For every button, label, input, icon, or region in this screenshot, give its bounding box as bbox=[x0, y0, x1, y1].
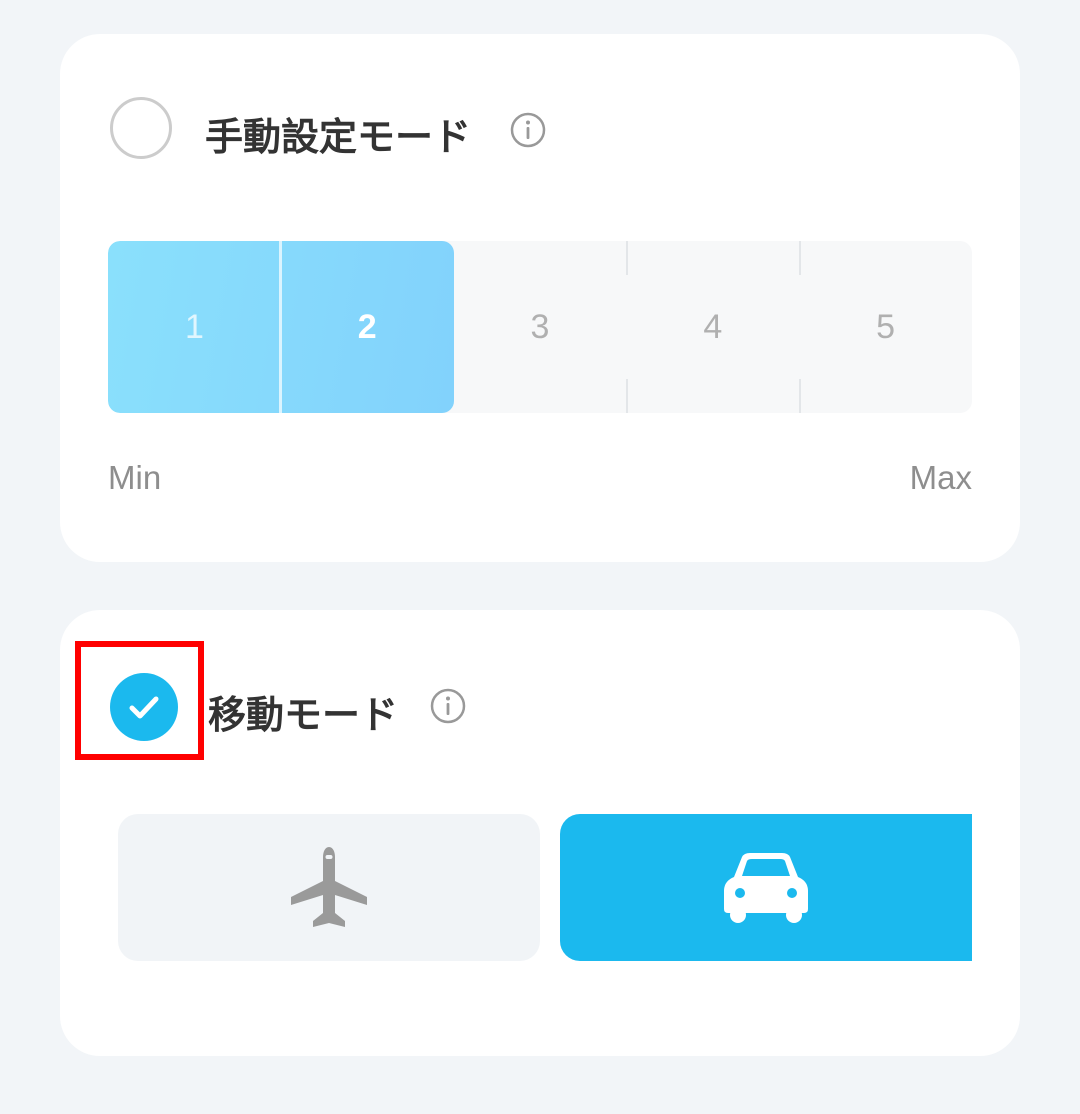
car-mode-button[interactable] bbox=[560, 814, 972, 961]
manual-mode-title: 手動設定モード bbox=[205, 115, 472, 159]
level-segment-5[interactable]: 5 bbox=[799, 241, 972, 413]
info-icon[interactable] bbox=[510, 112, 546, 148]
airplane-mode-button[interactable] bbox=[118, 814, 540, 961]
level-segment-1[interactable]: 1 bbox=[108, 241, 281, 413]
move-mode-title: 移動モード bbox=[208, 693, 399, 737]
manual-mode-radio[interactable] bbox=[110, 97, 172, 159]
level-segment-3[interactable]: 3 bbox=[454, 241, 627, 413]
manual-mode-card: 手動設定モード 1 2 3 4 5 Min Max bbox=[60, 34, 1020, 562]
level-divider bbox=[279, 241, 282, 413]
level-tick bbox=[799, 379, 801, 413]
max-label: Max bbox=[909, 459, 972, 496]
info-icon[interactable] bbox=[430, 688, 466, 724]
level-tick bbox=[799, 241, 801, 275]
move-mode-card: 移動モード bbox=[60, 610, 1020, 1056]
car-icon bbox=[724, 852, 808, 923]
level-segment-2[interactable]: 2 bbox=[281, 241, 454, 413]
min-label: Min bbox=[108, 459, 162, 496]
highlight-box bbox=[75, 641, 204, 760]
level-tick bbox=[626, 241, 628, 275]
level-segment-4[interactable]: 4 bbox=[626, 241, 799, 413]
level-selector[interactable]: 1 2 3 4 5 bbox=[108, 241, 972, 413]
level-tick bbox=[626, 379, 628, 413]
airplane-icon bbox=[291, 846, 367, 927]
